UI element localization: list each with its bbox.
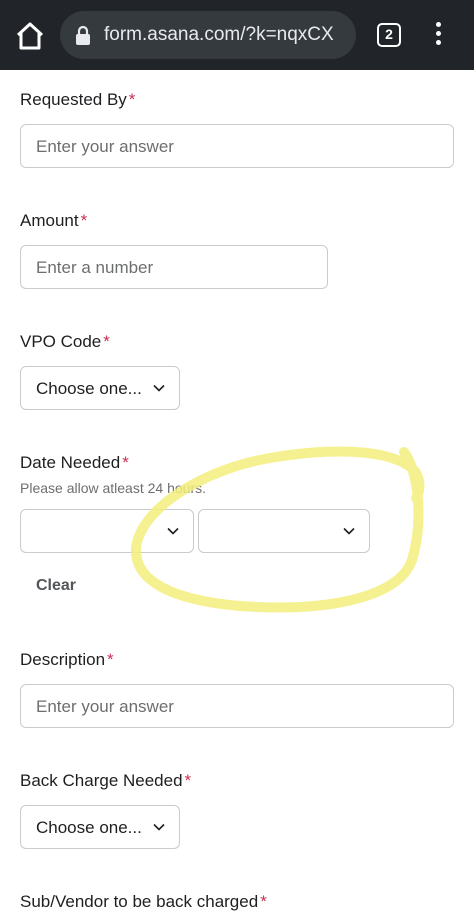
lock-icon: [76, 25, 90, 45]
vpo-code-selected: Choose one...: [36, 379, 142, 398]
date-needed-hint: Please allow atleast 24 hours.: [20, 480, 206, 496]
clear-date-button[interactable]: Clear: [20, 572, 92, 600]
date-select-second[interactable]: [198, 509, 370, 553]
more-vert-icon[interactable]: [428, 22, 448, 50]
required-asterisk: *: [122, 453, 129, 472]
vpo-code-select[interactable]: Choose one...: [20, 366, 180, 410]
description-input[interactable]: Enter your answer: [20, 684, 454, 728]
browser-toolbar: form.asana.com/?k=nqxCX 2: [0, 0, 474, 70]
required-asterisk: *: [107, 650, 114, 669]
vpo-code-label: VPO Code *: [20, 332, 110, 351]
sub-vendor-label: Sub/Vendor to be back charged *: [20, 892, 267, 911]
required-asterisk: *: [184, 771, 192, 790]
back-charge-selected: Choose one...: [36, 818, 142, 837]
requested-by-placeholder: Enter your answer: [36, 137, 174, 156]
required-asterisk: *: [103, 332, 110, 351]
date-needed-label: Date Needed *: [20, 453, 129, 472]
required-asterisk: *: [80, 211, 88, 230]
chevron-down-icon: [153, 384, 165, 392]
description-label: Description *: [20, 650, 114, 669]
description-placeholder: Enter your answer: [36, 697, 174, 716]
requested-by-input[interactable]: Enter your answer: [20, 124, 454, 168]
back-charge-needed-label: Back Charge Needed *: [20, 771, 192, 790]
tab-switcher-button[interactable]: 2: [377, 23, 401, 47]
chevron-down-icon: [167, 527, 179, 535]
requested-by-label: Requested By *: [20, 90, 136, 109]
amount-label: Amount *: [20, 211, 88, 230]
amount-input[interactable]: Enter a number: [20, 245, 328, 289]
url-text[interactable]: form.asana.com/?k=nqxCX: [104, 24, 350, 46]
chevron-down-icon: [343, 527, 355, 535]
date-select-first[interactable]: [20, 509, 194, 553]
back-charge-needed-select[interactable]: Choose one...: [20, 805, 180, 849]
amount-placeholder: Enter a number: [36, 258, 154, 277]
required-asterisk: *: [128, 90, 136, 109]
home-icon[interactable]: [14, 20, 46, 52]
required-asterisk: *: [260, 892, 267, 911]
address-bar[interactable]: form.asana.com/?k=nqxCX: [60, 11, 356, 59]
chevron-down-icon: [153, 823, 165, 831]
